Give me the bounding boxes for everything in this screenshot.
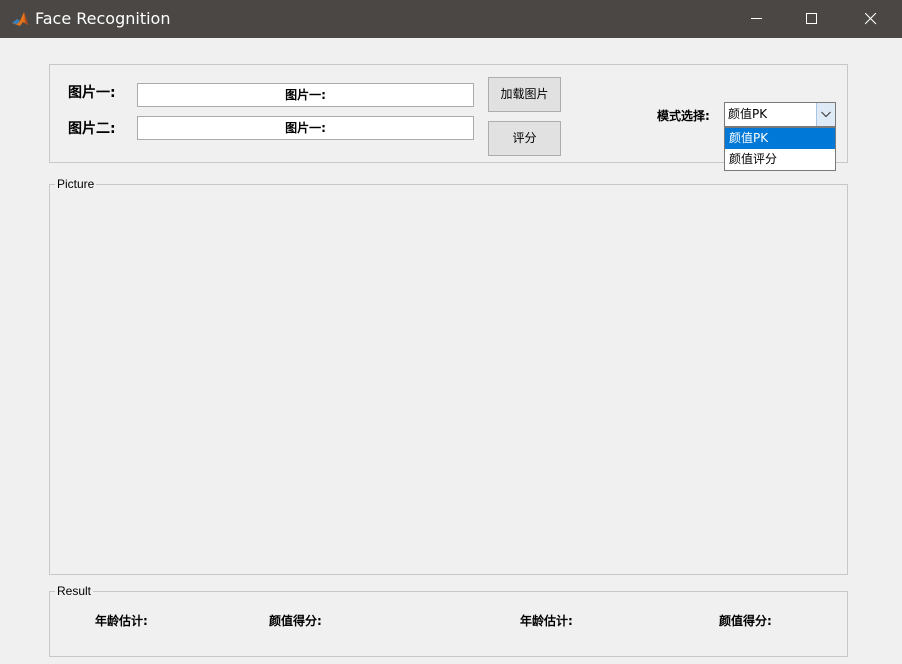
mode-select-value: 颜值PK [728,107,768,121]
mode-dropdown-list: 颜值PK 颜值评分 [724,127,836,171]
age-estimate-label-2: 年龄估计: [520,614,573,628]
mode-label: 模式选择: [657,109,710,123]
close-button[interactable] [848,0,894,38]
chevron-down-icon [821,111,831,118]
result-panel-title: Result [55,584,94,598]
picture-panel-title: Picture [55,177,97,191]
mode-option-pk[interactable]: 颜值PK [725,128,835,149]
age-estimate-label-1: 年龄估计: [95,614,148,628]
image1-label: 图片一: [68,85,116,101]
title-bar: Face Recognition [0,0,902,38]
score-label-1: 颜值得分: [269,614,322,628]
maximize-icon [806,13,817,24]
picture-panel: Picture [49,177,848,575]
mode-select[interactable]: 颜值PK [724,102,836,127]
close-icon [865,13,877,25]
image2-label: 图片二: [68,121,116,137]
load-image-button[interactable]: 加载图片 [488,77,561,112]
score-button[interactable]: 评分 [488,121,561,156]
mode-option-score[interactable]: 颜值评分 [725,149,835,170]
image2-field[interactable]: 图片一: [137,116,474,140]
dropdown-toggle[interactable] [816,103,835,126]
matlab-icon [11,10,29,28]
minimize-button[interactable] [734,0,780,38]
minimize-icon [751,18,762,19]
maximize-button[interactable] [789,0,835,38]
score-label-2: 颜值得分: [719,614,772,628]
image1-field[interactable]: 图片一: [137,83,474,107]
window-title: Face Recognition [35,9,171,28]
